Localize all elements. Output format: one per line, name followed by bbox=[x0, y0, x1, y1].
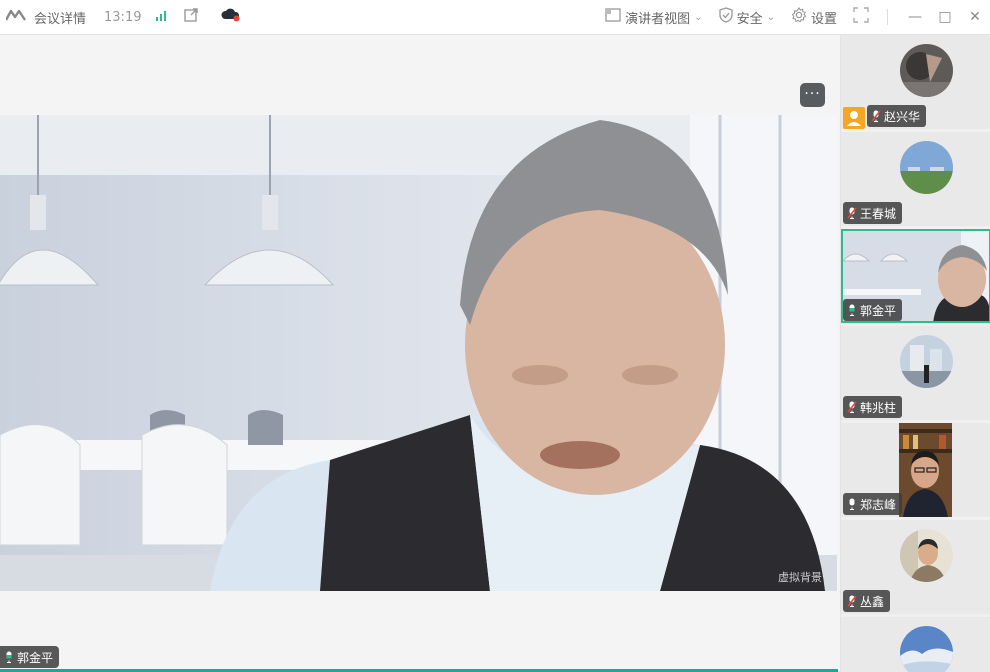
security-button[interactable]: 安全 ⌄ bbox=[718, 7, 775, 27]
mic-off-icon bbox=[871, 110, 881, 122]
title-bar: 会议详情 13:19 演讲者视图 ⌄ 安全 ⌄ 设置 — □ ✕ bbox=[0, 0, 990, 35]
meeting-time: 13:19 bbox=[104, 9, 142, 25]
avatar bbox=[900, 335, 953, 388]
avatar bbox=[900, 141, 953, 194]
participant-name: 郑志峰 bbox=[860, 497, 897, 512]
mic-off-icon bbox=[847, 595, 857, 607]
share-link-icon[interactable] bbox=[183, 7, 199, 27]
close-button[interactable]: ✕ bbox=[960, 9, 990, 25]
layout-icon bbox=[605, 8, 621, 26]
participant-name: 韩兆柱 bbox=[860, 400, 897, 415]
title-bar-right: 演讲者视图 ⌄ 安全 ⌄ 设置 — □ ✕ bbox=[605, 0, 990, 34]
avatar bbox=[900, 529, 953, 582]
participant-sidebar[interactable]: 赵兴华 王春城 郭金平 韩兆柱 郑志峰 丛鑫 bbox=[840, 35, 990, 672]
participant-name: 赵兴华 bbox=[884, 109, 921, 124]
participant-tile[interactable]: 丛鑫 bbox=[841, 520, 990, 614]
participant-name-tag: 郑志峰 bbox=[843, 493, 903, 515]
virtual-background-watermark: 虚拟背景 bbox=[778, 571, 822, 584]
participant-tile-active[interactable]: 郭金平 bbox=[841, 229, 990, 323]
fullscreen-icon[interactable] bbox=[853, 7, 869, 27]
participant-name-tag: 郭金平 bbox=[843, 299, 903, 321]
minimize-button[interactable]: — bbox=[900, 9, 930, 25]
participant-tile[interactable]: 赵兴华 bbox=[841, 35, 990, 129]
mic-on-icon bbox=[847, 498, 857, 510]
view-switch-label: 演讲者视图 bbox=[625, 11, 691, 27]
participant-tile[interactable] bbox=[841, 617, 990, 672]
participant-tile[interactable]: 韩兆柱 bbox=[841, 326, 990, 420]
mic-on-icon bbox=[4, 651, 14, 663]
speaker-video-frame bbox=[0, 115, 837, 591]
participant-name: 丛鑫 bbox=[860, 594, 885, 609]
mic-off-icon bbox=[847, 207, 857, 219]
avatar bbox=[900, 44, 953, 97]
participant-name-tag: 王春城 bbox=[843, 202, 903, 224]
chevron-down-icon: ⌄ bbox=[694, 11, 703, 23]
participant-name: 王春城 bbox=[860, 206, 897, 221]
app-logo-icon bbox=[4, 9, 26, 25]
signal-icon[interactable] bbox=[155, 8, 169, 26]
participant-name-tag: 韩兆柱 bbox=[843, 396, 903, 418]
speaker-name-tag: 郭金平 bbox=[0, 646, 60, 668]
speaker-video[interactable]: 虚拟背景 bbox=[0, 115, 837, 591]
settings-button[interactable]: 设置 bbox=[791, 7, 837, 27]
participant-name-tag: 赵兴华 bbox=[867, 105, 927, 127]
settings-label: 设置 bbox=[810, 11, 837, 27]
participant-name: 郭金平 bbox=[860, 303, 897, 318]
host-badge-icon bbox=[843, 107, 865, 129]
avatar bbox=[900, 626, 953, 672]
divider bbox=[887, 9, 888, 25]
mic-on-icon bbox=[847, 304, 857, 316]
participant-video bbox=[899, 423, 952, 517]
gear-icon bbox=[791, 7, 807, 27]
speaker-name: 郭金平 bbox=[17, 650, 54, 665]
shield-icon bbox=[718, 7, 733, 27]
participant-tile[interactable]: 郑志峰 bbox=[841, 423, 990, 517]
chevron-down-icon: ⌄ bbox=[766, 11, 775, 23]
participant-name-tag: 丛鑫 bbox=[843, 590, 891, 612]
mic-off-icon bbox=[847, 401, 857, 413]
meeting-details-link[interactable]: 会议详情 bbox=[34, 8, 86, 27]
more-options-button[interactable]: ··· bbox=[800, 83, 825, 107]
participant-tile[interactable]: 王春城 bbox=[841, 132, 990, 226]
cloud-record-icon[interactable] bbox=[221, 7, 241, 27]
title-bar-left: 会议详情 13:19 bbox=[4, 0, 241, 34]
view-switch-button[interactable]: 演讲者视图 ⌄ bbox=[605, 8, 703, 27]
maximize-button[interactable]: □ bbox=[930, 9, 960, 25]
security-label: 安全 bbox=[736, 11, 763, 27]
